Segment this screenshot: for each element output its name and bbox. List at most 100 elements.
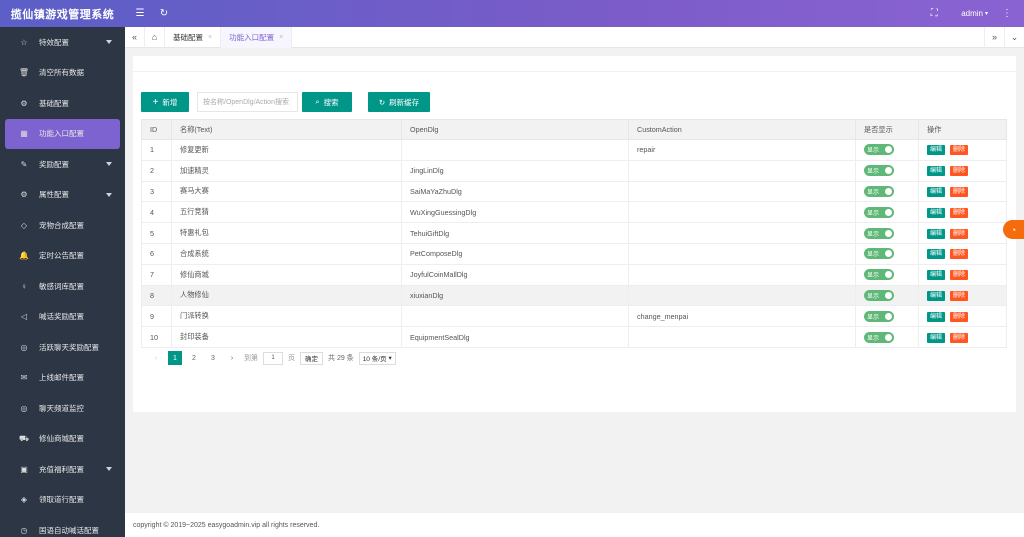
visible-toggle[interactable]: 显示 bbox=[864, 206, 894, 218]
chevron-down-icon[interactable]: ⌄ bbox=[1004, 26, 1024, 48]
user-menu[interactable]: admin ▾ bbox=[961, 9, 988, 18]
app-title: 揽仙镇游戏管理系统 bbox=[10, 8, 115, 21]
home-icon[interactable]: ⌂ bbox=[145, 26, 165, 48]
scroll-left-icon[interactable]: « bbox=[125, 26, 145, 48]
table-row[interactable]: 7 修仙商城 JoyfulCoinMallDlg 显示 编辑 删除 bbox=[141, 263, 1007, 286]
cell-actions: 编辑 删除 bbox=[918, 159, 1007, 182]
delete-button[interactable]: 删除 bbox=[950, 145, 969, 156]
edit-button[interactable]: 编辑 bbox=[927, 145, 946, 156]
cell-id: 4 bbox=[141, 201, 172, 224]
menu-toggle-icon[interactable]: ☰ bbox=[131, 5, 149, 23]
sidebar-item[interactable]: ♀ 敏感词库配置 bbox=[0, 271, 125, 302]
sidebar-item[interactable]: ◁ 喊话奖励配置 bbox=[0, 302, 125, 333]
footer: copyright © 2019~2025 easygoadmin.vip al… bbox=[125, 513, 1024, 537]
sidebar-item[interactable]: ⚙ 基础配置 bbox=[0, 88, 125, 119]
sidebar-item[interactable]: ▦ 功能入口配置 bbox=[5, 118, 120, 149]
search-input[interactable] bbox=[197, 92, 298, 112]
sidebar-item[interactable]: ✉ 上线邮件配置 bbox=[0, 363, 125, 394]
edit-button[interactable]: 编辑 bbox=[927, 290, 946, 301]
sidebar-item[interactable]: ☆ 特效配置 bbox=[0, 27, 125, 58]
delete-button[interactable]: 删除 bbox=[950, 311, 969, 322]
cell-custom-action bbox=[628, 242, 856, 265]
assistant-float-icon[interactable]: ◔ bbox=[1003, 220, 1024, 239]
chevron-down-icon bbox=[106, 162, 112, 167]
table-row[interactable]: 6 合成系统 PetComposeDlg 显示 编辑 删除 bbox=[141, 242, 1007, 265]
table-row[interactable]: 5 特惠礼包 TehuiGiftDlg 显示 编辑 删除 bbox=[141, 222, 1007, 244]
tab-entry-config[interactable]: 功能入口配置 × bbox=[221, 26, 293, 48]
tab-basic-config[interactable]: 基础配置 × bbox=[165, 26, 222, 48]
table-row[interactable]: 3 赛马大赛 SaiMaYaZhuDlg 显示 编辑 删除 bbox=[141, 180, 1007, 203]
visible-toggle[interactable]: 显示 bbox=[864, 185, 894, 197]
cell-visible: 显示 bbox=[855, 242, 919, 265]
close-icon[interactable]: × bbox=[208, 34, 212, 41]
prev-page-icon[interactable]: ‹ bbox=[149, 351, 163, 365]
cell-visible: 显示 bbox=[855, 159, 919, 182]
add-label: 新增 bbox=[162, 97, 178, 107]
delete-button[interactable]: 删除 bbox=[950, 249, 969, 260]
cell-custom-action bbox=[628, 180, 856, 203]
goto-page-input[interactable]: 1 bbox=[263, 351, 283, 365]
sidebar-item[interactable]: ◎ 聊天频道监控 bbox=[0, 393, 125, 424]
table-row[interactable]: 1 修复更新 repair 显示 编辑 删除 bbox=[141, 139, 1007, 161]
edit-button[interactable]: 编辑 bbox=[927, 249, 946, 260]
sidebar-item-label: 基础配置 bbox=[39, 98, 69, 108]
edit-button[interactable]: 编辑 bbox=[927, 311, 946, 322]
cell-id: 3 bbox=[141, 180, 172, 203]
edit-button[interactable]: 编辑 bbox=[927, 270, 946, 281]
table-row[interactable]: 8 人物修仙 xiuxianDlg 显示 编辑 删除 bbox=[141, 284, 1007, 307]
sidebar-item[interactable]: 🗑 清空所有数据 bbox=[0, 58, 125, 89]
edit-button[interactable]: 编辑 bbox=[927, 186, 946, 197]
delete-button[interactable]: 删除 bbox=[950, 166, 969, 177]
edit-button[interactable]: 编辑 bbox=[927, 207, 946, 218]
chat-icon: ◎ bbox=[20, 403, 28, 413]
visible-toggle[interactable]: 显示 bbox=[864, 248, 894, 260]
visible-toggle[interactable]: 显示 bbox=[864, 331, 894, 343]
sidebar-item[interactable]: ⛟ 修仙商城配置 bbox=[0, 424, 125, 455]
refresh-cache-button[interactable]: ↻ 刷新缓存 bbox=[368, 92, 430, 112]
more-vertical-icon[interactable]: ⋮ bbox=[998, 5, 1016, 23]
table-row[interactable]: 9 门派转换 change_menpai 显示 编辑 删除 bbox=[141, 305, 1007, 328]
sidebar-item[interactable]: ◷ 国语自动喊话配置 bbox=[0, 515, 125, 537]
next-page-icon[interactable]: › bbox=[225, 351, 239, 365]
delete-button[interactable]: 删除 bbox=[950, 228, 969, 239]
visible-toggle[interactable]: 显示 bbox=[864, 165, 894, 177]
fullscreen-icon[interactable]: ⛶ bbox=[925, 5, 943, 23]
cell-name: 修仙商城 bbox=[171, 263, 402, 286]
tab-label: 功能入口配置 bbox=[229, 32, 275, 42]
delete-button[interactable]: 删除 bbox=[950, 290, 969, 301]
visible-toggle[interactable]: 显示 bbox=[864, 144, 894, 156]
visible-toggle[interactable]: 显示 bbox=[864, 289, 894, 301]
page-1[interactable]: 1 bbox=[168, 351, 182, 365]
sidebar-item[interactable]: ◈ 领取道行配置 bbox=[0, 485, 125, 516]
delete-button[interactable]: 删除 bbox=[950, 207, 969, 218]
page-3[interactable]: 3 bbox=[206, 351, 220, 365]
page-2[interactable]: 2 bbox=[187, 351, 201, 365]
delete-button[interactable]: 删除 bbox=[950, 332, 969, 343]
delete-button[interactable]: 删除 bbox=[950, 270, 969, 281]
add-button[interactable]: + 新增 bbox=[141, 92, 189, 112]
sidebar-item[interactable]: ✎ 奖励配置 bbox=[0, 149, 125, 180]
page-size-select[interactable]: 10 条/页 ▾ bbox=[358, 351, 396, 365]
table-row[interactable]: 4 五行竞猜 WuXingGuessingDlg 显示 编辑 删除 bbox=[141, 201, 1007, 224]
delete-button[interactable]: 删除 bbox=[950, 186, 969, 197]
visible-toggle[interactable]: 显示 bbox=[864, 269, 894, 281]
edit-button[interactable]: 编辑 bbox=[927, 228, 946, 239]
edit-button[interactable]: 编辑 bbox=[927, 332, 946, 343]
sidebar-item[interactable]: ▣ 充值福利配置 bbox=[0, 454, 125, 485]
sidebar-item[interactable]: ◇ 宠物合成配置 bbox=[0, 210, 125, 241]
sidebar-item-label: 活跃聊天奖励配置 bbox=[39, 342, 99, 352]
sidebar-item[interactable]: 🔔 定时公告配置 bbox=[0, 241, 125, 272]
sidebar-item[interactable]: ⚙ 属性配置 bbox=[0, 180, 125, 211]
table-row[interactable]: 2 加速精灵 JingLinDlg 显示 编辑 删除 bbox=[141, 159, 1007, 182]
table-row[interactable]: 10 封印装备 EquipmentSealDlg 显示 编辑 删除 bbox=[141, 326, 1007, 348]
card-header bbox=[133, 56, 1016, 72]
edit-button[interactable]: 编辑 bbox=[927, 166, 946, 177]
goto-confirm-button[interactable]: 确定 bbox=[300, 351, 323, 365]
visible-toggle[interactable]: 显示 bbox=[864, 310, 894, 322]
sidebar-item[interactable]: ◎ 活跃聊天奖励配置 bbox=[0, 332, 125, 363]
scroll-right-icon[interactable]: » bbox=[984, 26, 1004, 48]
search-button[interactable]: ⌕ 搜索 bbox=[302, 92, 352, 112]
visible-toggle[interactable]: 显示 bbox=[864, 227, 894, 239]
refresh-icon[interactable]: ↻ bbox=[155, 5, 173, 23]
close-icon[interactable]: × bbox=[279, 34, 283, 41]
